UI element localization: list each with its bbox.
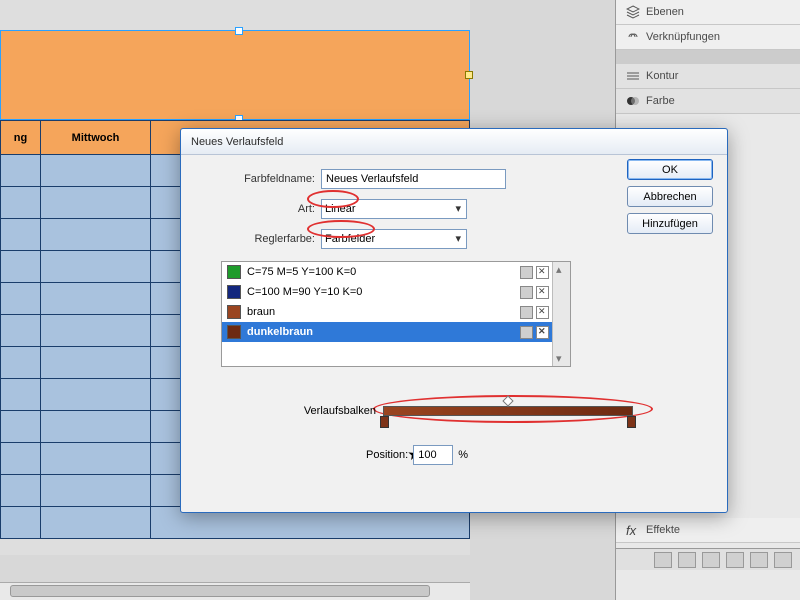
name-input[interactable] bbox=[321, 169, 506, 189]
swatch-row[interactable]: braun bbox=[222, 302, 554, 322]
panel-label: Verknüpfungen bbox=[646, 31, 720, 43]
panel-label: Farbe bbox=[646, 95, 675, 107]
swatch-name: dunkelbraun bbox=[247, 326, 313, 338]
swatch-chip bbox=[227, 265, 241, 279]
swatch-chip bbox=[227, 305, 241, 319]
trash-icon[interactable] bbox=[774, 552, 792, 568]
tool-button[interactable] bbox=[726, 552, 744, 568]
gradient-ramp[interactable] bbox=[383, 406, 633, 416]
swatch-info-icon[interactable] bbox=[520, 286, 533, 299]
add-button[interactable]: Hinzufügen bbox=[627, 213, 713, 234]
tool-button[interactable] bbox=[702, 552, 720, 568]
gradient-dialog: Neues Verlaufsfeld Farbfeldname: Art: Re… bbox=[180, 128, 728, 513]
panel-label: Effekte bbox=[646, 524, 680, 536]
layers-icon bbox=[626, 5, 640, 19]
swatch-model-icon[interactable] bbox=[536, 266, 549, 279]
color-icon bbox=[626, 94, 640, 108]
panel-toolbar bbox=[616, 548, 800, 570]
swatch-info-icon[interactable] bbox=[520, 306, 533, 319]
gradient-label: Verlaufsbalken bbox=[281, 405, 376, 417]
swatch-chip bbox=[227, 325, 241, 339]
stroke-icon bbox=[626, 69, 640, 83]
panel-label: Kontur bbox=[646, 70, 678, 82]
table-header: Mittwoch bbox=[41, 121, 151, 155]
effects-icon: fx bbox=[626, 523, 640, 537]
type-label: Art: bbox=[195, 203, 315, 215]
cancel-button[interactable]: Abbrechen bbox=[627, 186, 713, 207]
stopcolor-select[interactable] bbox=[321, 229, 467, 249]
midpoint-handle[interactable] bbox=[502, 395, 513, 406]
swatch-scrollbar[interactable] bbox=[552, 262, 570, 366]
swatch-list: C=75 M=5 Y=100 K=0 C=100 M=90 Y=10 K=0 b… bbox=[221, 261, 571, 367]
gradient-stop-right[interactable] bbox=[627, 416, 636, 428]
ok-button[interactable]: OK bbox=[627, 159, 713, 180]
swatch-row[interactable]: C=100 M=90 Y=10 K=0 bbox=[222, 282, 554, 302]
position-unit: % bbox=[458, 449, 468, 461]
type-select[interactable] bbox=[321, 199, 467, 219]
swatch-name: braun bbox=[247, 306, 275, 318]
swatch-name: C=100 M=90 Y=10 K=0 bbox=[247, 286, 362, 298]
position-input[interactable] bbox=[413, 445, 453, 465]
tool-button[interactable] bbox=[654, 552, 672, 568]
dialog-title: Neues Verlaufsfeld bbox=[181, 129, 727, 155]
name-label: Farbfeldname: bbox=[195, 173, 315, 185]
swatch-model-icon[interactable] bbox=[536, 286, 549, 299]
panel-farbe[interactable]: Farbe bbox=[616, 89, 800, 114]
panel-ebenen[interactable]: Ebenen bbox=[616, 0, 800, 25]
swatch-row[interactable]: C=75 M=5 Y=100 K=0 bbox=[222, 262, 554, 282]
links-icon bbox=[626, 30, 640, 44]
position-label: Position: bbox=[366, 449, 408, 461]
panel-effekte[interactable]: fx Effekte bbox=[616, 518, 800, 543]
tool-button[interactable] bbox=[750, 552, 768, 568]
swatch-row-selected[interactable]: dunkelbraun bbox=[222, 322, 554, 342]
swatch-chip bbox=[227, 285, 241, 299]
table-header: ng bbox=[1, 121, 41, 155]
stopcolor-label: Reglerfarbe: bbox=[195, 233, 315, 245]
gradient-stop-left[interactable] bbox=[380, 416, 389, 428]
panel-kontur[interactable]: Kontur bbox=[616, 64, 800, 89]
tool-button[interactable] bbox=[678, 552, 696, 568]
horizontal-scrollbar[interactable] bbox=[0, 582, 470, 600]
swatch-model-icon[interactable] bbox=[536, 306, 549, 319]
selected-frame[interactable] bbox=[0, 30, 470, 120]
swatch-name: C=75 M=5 Y=100 K=0 bbox=[247, 266, 356, 278]
resize-handle[interactable] bbox=[465, 71, 473, 79]
panel-label: Ebenen bbox=[646, 6, 684, 18]
panel-verknuepfungen[interactable]: Verknüpfungen bbox=[616, 25, 800, 50]
swatch-model-icon[interactable] bbox=[536, 326, 549, 339]
swatch-info-icon[interactable] bbox=[520, 326, 533, 339]
swatch-info-icon[interactable] bbox=[520, 266, 533, 279]
